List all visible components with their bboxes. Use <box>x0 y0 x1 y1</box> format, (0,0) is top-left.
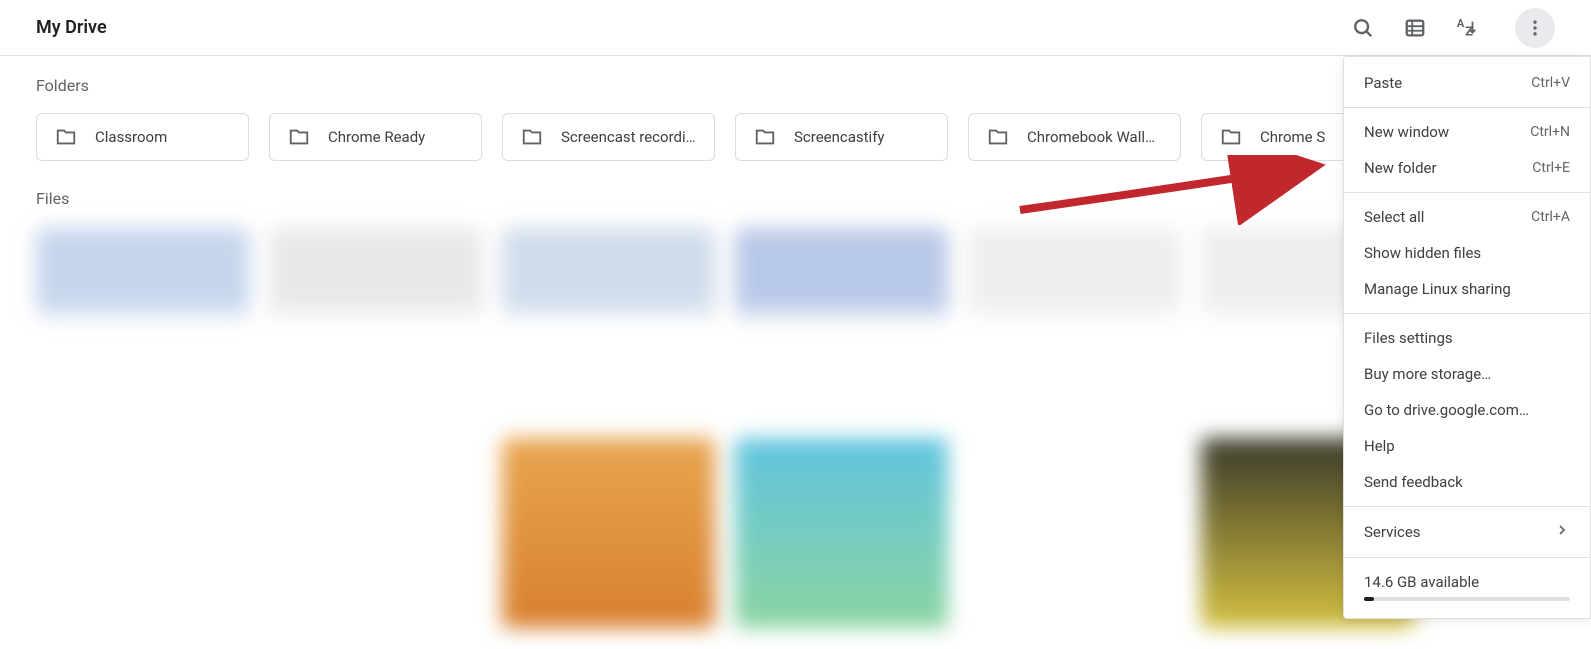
chevron-right-icon <box>1554 522 1570 542</box>
menu-shortcut: Ctrl+N <box>1530 124 1570 140</box>
menu-shortcut: Ctrl+V <box>1531 75 1570 91</box>
header-actions: AZ <box>1351 8 1555 48</box>
file-card[interactable] <box>36 438 249 628</box>
list-view-icon[interactable] <box>1403 16 1427 40</box>
menu-storage[interactable]: 14.6 GB available <box>1344 564 1590 610</box>
menu-new-folder[interactable]: New folder Ctrl+E <box>1344 150 1590 186</box>
menu-divider <box>1344 192 1590 193</box>
menu-label: Show hidden files <box>1364 244 1481 262</box>
folder-screencastify[interactable]: Screencastify <box>735 113 948 161</box>
menu-feedback[interactable]: Send feedback <box>1344 464 1590 500</box>
folder-screencast-recording[interactable]: Screencast recordin… <box>502 113 715 161</box>
menu-shortcut: Ctrl+A <box>1531 209 1570 225</box>
file-card[interactable] <box>269 438 482 628</box>
folder-label: Chrome S <box>1260 128 1325 146</box>
file-card[interactable] <box>269 228 482 418</box>
menu-show-hidden[interactable]: Show hidden files <box>1344 235 1590 271</box>
file-card[interactable] <box>968 228 1181 418</box>
menu-divider <box>1344 506 1590 507</box>
menu-label: Go to drive.google.com… <box>1364 401 1529 419</box>
file-card[interactable] <box>735 228 948 418</box>
storage-bar <box>1364 597 1570 601</box>
folder-label: Screencast recordin… <box>561 128 696 146</box>
header: My Drive AZ <box>0 0 1591 56</box>
menu-files-settings[interactable]: Files settings <box>1344 320 1590 356</box>
menu-goto-drive[interactable]: Go to drive.google.com… <box>1344 392 1590 428</box>
folders-section-label: Folders <box>36 76 1555 95</box>
more-options-icon[interactable] <box>1515 8 1555 48</box>
svg-text:A: A <box>1457 17 1465 30</box>
search-icon[interactable] <box>1351 16 1375 40</box>
menu-divider <box>1344 557 1590 558</box>
folder-classroom[interactable]: Classroom <box>36 113 249 161</box>
menu-manage-linux[interactable]: Manage Linux sharing <box>1344 271 1590 307</box>
folder-icon <box>1220 126 1242 148</box>
menu-label: Services <box>1364 523 1421 541</box>
menu-label: Help <box>1364 437 1395 455</box>
menu-label: Files settings <box>1364 329 1453 347</box>
menu-divider <box>1344 313 1590 314</box>
menu-paste[interactable]: Paste Ctrl+V <box>1344 65 1590 101</box>
files-section-label: Files <box>36 189 1555 208</box>
menu-new-window[interactable]: New window Ctrl+N <box>1344 114 1590 150</box>
file-card[interactable] <box>36 228 249 418</box>
folder-icon <box>521 126 543 148</box>
folder-label: Chrome Ready <box>328 128 425 146</box>
folder-icon <box>288 126 310 148</box>
context-menu: Paste Ctrl+V New window Ctrl+N New folde… <box>1343 56 1591 619</box>
folder-label: Classroom <box>95 128 167 146</box>
folder-icon <box>987 126 1009 148</box>
menu-label: Manage Linux sharing <box>1364 280 1511 298</box>
folders-row: Classroom Chrome Ready Screencast record… <box>36 113 1555 161</box>
file-card[interactable] <box>502 228 715 418</box>
menu-label: New window <box>1364 123 1449 141</box>
sort-icon[interactable]: AZ <box>1455 16 1479 40</box>
folder-chromebook-wallpaper[interactable]: Chromebook Wallp… <box>968 113 1181 161</box>
menu-buy-storage[interactable]: Buy more storage… <box>1344 356 1590 392</box>
menu-shortcut: Ctrl+E <box>1532 160 1570 176</box>
folder-label: Chromebook Wallp… <box>1027 128 1162 146</box>
file-card[interactable] <box>502 438 715 628</box>
storage-fill <box>1364 597 1374 601</box>
storage-label: 14.6 GB available <box>1364 573 1570 591</box>
menu-select-all[interactable]: Select all Ctrl+A <box>1344 199 1590 235</box>
menu-services[interactable]: Services <box>1344 513 1590 551</box>
files-grid <box>36 228 1555 628</box>
menu-label: Buy more storage… <box>1364 365 1491 383</box>
menu-label: Select all <box>1364 208 1424 226</box>
folder-icon <box>55 126 77 148</box>
file-card[interactable] <box>735 438 948 628</box>
folder-label: Screencastify <box>794 128 885 146</box>
menu-label: Send feedback <box>1364 473 1463 491</box>
menu-help[interactable]: Help <box>1344 428 1590 464</box>
menu-label: Paste <box>1364 74 1402 92</box>
menu-divider <box>1344 107 1590 108</box>
page-title: My Drive <box>36 17 107 38</box>
folder-icon <box>754 126 776 148</box>
file-card[interactable] <box>968 438 1181 628</box>
menu-label: New folder <box>1364 159 1437 177</box>
folder-chrome-ready[interactable]: Chrome Ready <box>269 113 482 161</box>
